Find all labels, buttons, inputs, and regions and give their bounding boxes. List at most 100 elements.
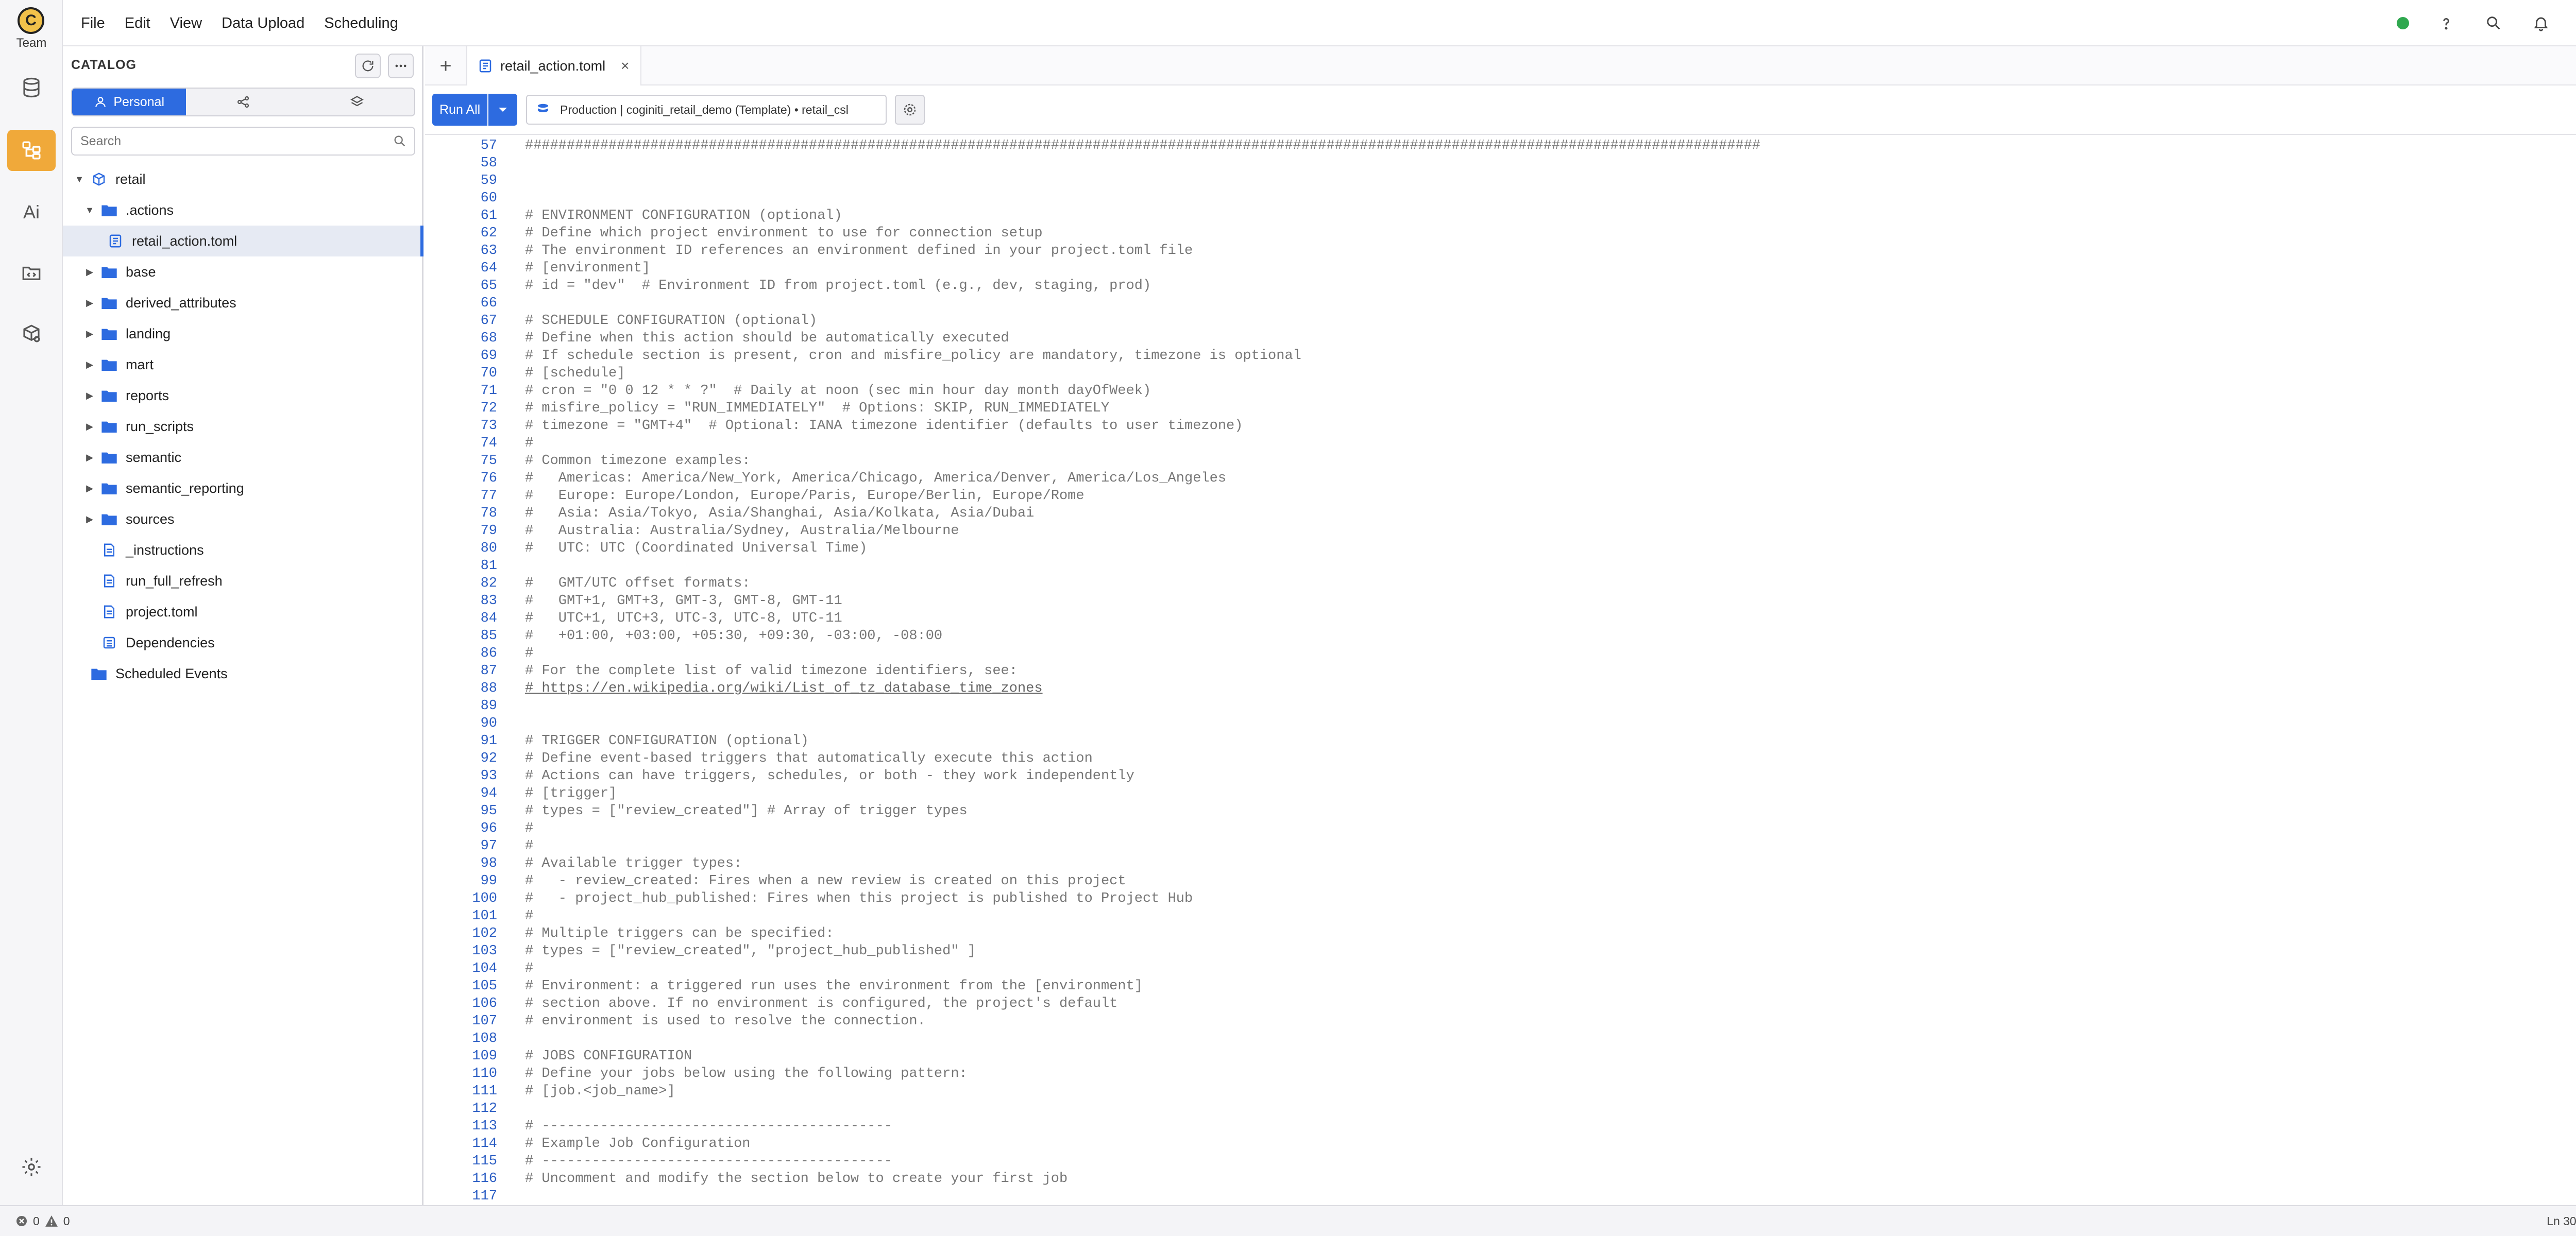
coginiti-logo[interactable]: C: [18, 7, 44, 34]
caret-right-icon[interactable]: ▶: [83, 514, 96, 525]
tree-item-project-toml[interactable]: project.toml: [63, 596, 423, 627]
tree-item-actions[interactable]: ▼ .actions: [63, 195, 423, 226]
gear-icon: [904, 104, 916, 116]
menu-data-upload[interactable]: Data Upload: [212, 15, 314, 32]
tree-item-semantic-reporting[interactable]: ▶ semantic_reporting: [63, 473, 423, 504]
tree-item-landing[interactable]: ▶ landing: [63, 318, 423, 349]
rail-packages-button[interactable]: [7, 313, 56, 354]
menu-view[interactable]: View: [160, 15, 212, 32]
tree-item-label: derived_attributes: [126, 295, 236, 311]
code-line: # Uncomment and modify the section below…: [525, 1171, 1068, 1187]
connection-selector[interactable]: Production | coginiti_retail_demo (Templ…: [526, 95, 887, 125]
main-menu: File Edit View Data Upload Scheduling: [71, 0, 408, 46]
caret-down-icon[interactable]: ▼: [73, 174, 86, 185]
caret-right-icon[interactable]: ▶: [83, 390, 96, 401]
menu-file[interactable]: File: [71, 15, 115, 32]
run-all-split-button: Run All: [432, 94, 518, 126]
tree-item-run-scripts[interactable]: ▶ run_scripts: [63, 411, 423, 442]
caret-right-icon[interactable]: ▶: [83, 267, 96, 278]
code-line: # UTC+1, UTC+3, UTC-3, UTC-8, UTC-11: [525, 611, 842, 626]
tree-item-sources[interactable]: ▶ sources: [63, 504, 423, 535]
help-button[interactable]: [2436, 13, 2456, 33]
tree-item-scheduled-events[interactable]: Scheduled Events: [63, 658, 423, 689]
tree-item-reports[interactable]: ▶ reports: [63, 380, 423, 411]
code-line: # Define when this action should be auto…: [525, 331, 1009, 346]
notifications-button[interactable]: [2531, 13, 2551, 33]
code-line: # SCHEDULE CONFIGURATION (optional): [525, 313, 818, 329]
tab-retail-action[interactable]: retail_action.toml ×: [466, 46, 641, 85]
plus-icon: +: [439, 54, 452, 77]
team-label: Team: [16, 36, 47, 50]
line-number: 76: [480, 471, 497, 486]
document-icon: [104, 574, 114, 588]
rail-ai-button[interactable]: Ai: [7, 192, 56, 233]
code-line: # GMT+1, GMT+3, GMT-3, GMT-8, GMT-11: [525, 593, 842, 609]
connection-settings-button[interactable]: [895, 95, 925, 125]
menu-scheduling[interactable]: Scheduling: [314, 15, 408, 32]
line-number: 74: [480, 436, 497, 451]
tree-item-retail-action[interactable]: retail_action.toml: [63, 226, 423, 256]
refresh-button[interactable]: [355, 54, 381, 78]
tree-item-base[interactable]: ▶ base: [63, 256, 423, 287]
folder-icon: [101, 298, 117, 309]
cursor-position[interactable]: Ln 30, Col 21: [2547, 1206, 2576, 1236]
catalog-scope-switch: Personal: [71, 88, 415, 116]
new-tab-button[interactable]: +: [432, 54, 459, 78]
tree-item-instructions[interactable]: _instructions: [63, 535, 423, 565]
line-number: 86: [480, 646, 497, 661]
folder-icon: [101, 452, 117, 464]
problems-indicator[interactable]: 0 0: [15, 1206, 70, 1236]
line-number: 105: [472, 978, 497, 994]
line-number: 102: [472, 926, 497, 941]
line-number: 80: [480, 541, 497, 556]
global-search-button[interactable]: [2483, 13, 2504, 33]
tree-item-retail[interactable]: ▼ retail: [63, 164, 423, 195]
catalog-search-input[interactable]: [72, 128, 381, 154]
rail-settings-button[interactable]: [7, 1146, 56, 1188]
tree-item-derived-attributes[interactable]: ▶ derived_attributes: [63, 287, 423, 318]
code-line: # cron = "0 0 12 * * ?" # Daily at noon …: [525, 383, 1151, 399]
rail-projects-button[interactable]: [7, 252, 56, 294]
line-number: 116: [472, 1171, 497, 1187]
line-number: 85: [480, 628, 497, 644]
tree-item-mart[interactable]: ▶ mart: [63, 349, 423, 380]
code-line: # environment is used to resolve the con…: [525, 1014, 926, 1029]
connection-status-dot[interactable]: [2397, 17, 2409, 29]
caret-right-icon[interactable]: ▶: [83, 359, 96, 370]
code-line: # Australia: Australia/Sydney, Australia…: [525, 523, 959, 539]
caret-down-icon[interactable]: ▼: [83, 205, 96, 216]
line-number: 70: [480, 366, 497, 381]
line-number: 106: [472, 996, 497, 1011]
caret-right-icon[interactable]: ▶: [83, 329, 96, 339]
search-icon: [2487, 16, 2500, 30]
code-line: # TRIGGER CONFIGURATION (optional): [525, 733, 809, 749]
code-editor[interactable]: 57 58 59 60 61 62 63 64 65 66 67 68 69 70 71 72 73 74 75 76…: [425, 136, 2576, 1205]
caret-right-icon[interactable]: ▶: [83, 483, 96, 494]
line-number: 97: [480, 838, 497, 854]
line-number: 93: [480, 768, 497, 784]
run-all-dropdown-button[interactable]: [487, 94, 518, 126]
close-icon[interactable]: ×: [621, 58, 629, 74]
caret-right-icon[interactable]: ▶: [83, 298, 96, 308]
rail-database-button[interactable]: [7, 67, 56, 108]
scope-layers-button[interactable]: [300, 89, 414, 115]
tree-item-label: semantic: [126, 449, 182, 465]
tree-item-run-full-refresh[interactable]: run_full_refresh: [63, 565, 423, 596]
run-all-button[interactable]: Run All: [432, 94, 488, 126]
package-settings-icon: [23, 324, 40, 342]
scope-shared-button[interactable]: [186, 89, 300, 115]
caret-right-icon[interactable]: ▶: [83, 421, 96, 432]
tree-item-dependencies[interactable]: Dependencies: [63, 627, 423, 658]
code-line-link[interactable]: # https://en.wikipedia.org/wiki/List_of_…: [525, 681, 1043, 696]
code-line: # GMT/UTC offset formats:: [525, 576, 751, 591]
menu-edit[interactable]: Edit: [115, 15, 160, 32]
more-options-button[interactable]: [388, 54, 414, 78]
tree-item-semantic[interactable]: ▶ semantic: [63, 442, 423, 473]
rail-catalog-button[interactable]: [7, 130, 56, 171]
help-icon: [2443, 18, 2449, 30]
line-number: 68: [480, 331, 497, 346]
scope-personal-button[interactable]: Personal: [72, 89, 187, 115]
caret-right-icon[interactable]: ▶: [83, 452, 96, 463]
tree-item-label: run_full_refresh: [126, 573, 223, 589]
tree-item-label: run_scripts: [126, 418, 194, 434]
